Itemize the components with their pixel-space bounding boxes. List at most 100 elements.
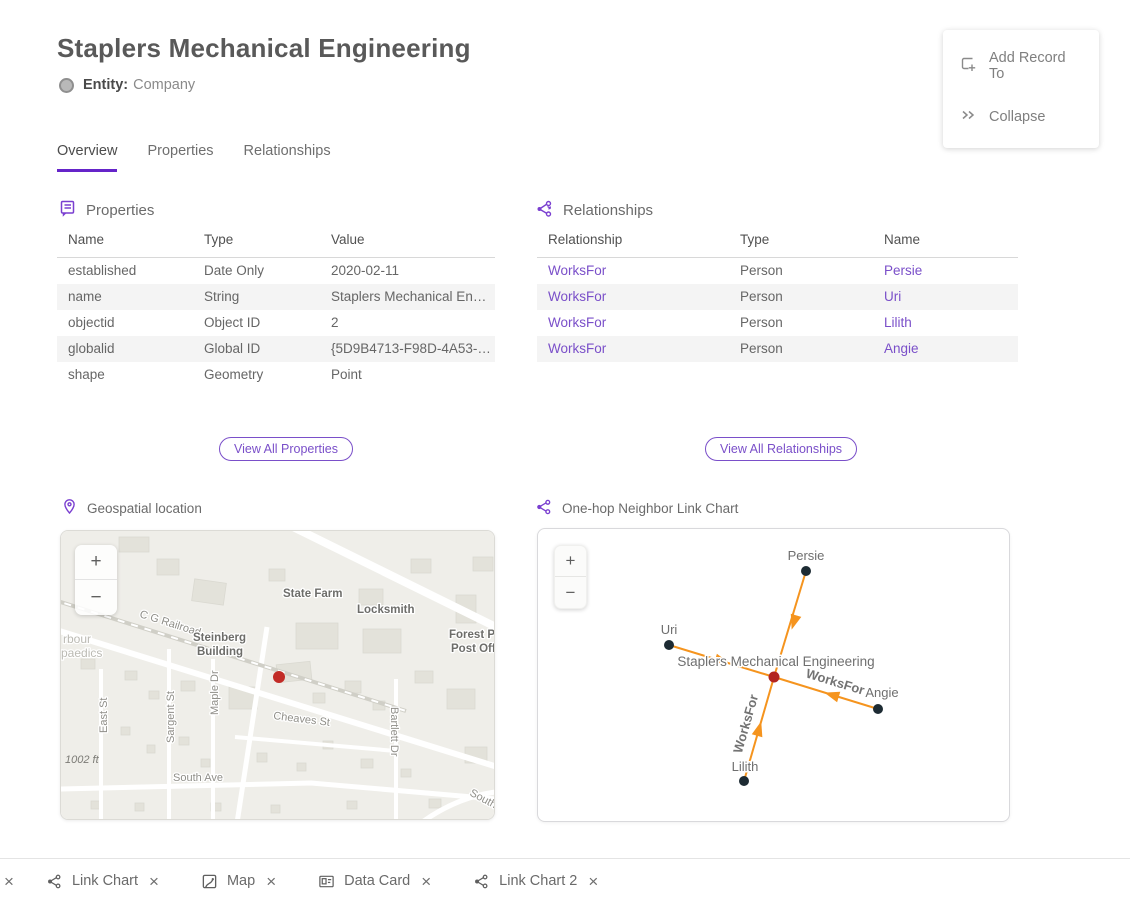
node-label-angie: Angie	[865, 685, 898, 700]
map-canvas: rbour paedics C G Railroad State Farm Lo…	[61, 531, 495, 820]
view-all-properties-button[interactable]: View All Properties	[219, 437, 353, 461]
node-angie[interactable]	[873, 704, 883, 714]
relationships-section-header: Relationships	[535, 199, 653, 222]
table-cell: 2	[320, 310, 495, 336]
map-label-forest-park-2: Post Offic	[451, 643, 495, 655]
table-row: WorksForPersonAngie	[537, 336, 1018, 362]
map-label-steinberg: Steinberg	[193, 632, 246, 644]
tab-relationships[interactable]: Relationships	[244, 143, 331, 172]
entity-type-icon	[59, 78, 74, 93]
table-cell: {5D9B4713-F98D-4A53-…	[320, 336, 495, 362]
data-card-icon	[318, 873, 335, 890]
map-label-south-ave: South Ave	[173, 772, 223, 784]
close-tab-icon[interactable]: ×	[147, 873, 161, 890]
node-label-lilith: Lilith	[732, 759, 759, 774]
map-label-bartlett-dr: Bartlett Dr	[388, 707, 400, 757]
table-cell: objectid	[57, 310, 193, 336]
one-hop-link-chart[interactable]: WorksFor WorksFor Persie Uri Angie Lilit…	[537, 528, 1010, 822]
table-cell: WorksFor	[537, 284, 729, 310]
chart-zoom-out-button[interactable]: −	[555, 577, 586, 608]
table-cell: Point	[320, 362, 495, 388]
node-center-entity[interactable]	[769, 672, 780, 683]
column-header: Type	[193, 232, 320, 258]
record-link[interactable]: Persie	[884, 263, 922, 278]
record-link[interactable]: WorksFor	[548, 315, 606, 330]
bottom-tab-label: Map	[227, 873, 255, 889]
map-label-forest-park: Forest Par	[449, 629, 495, 641]
column-header: Name	[873, 232, 1018, 258]
table-cell: String	[193, 284, 320, 310]
center-node-label: Staplers Mechanical Engineering	[677, 654, 874, 669]
map-label-partial: paedics	[61, 646, 102, 660]
view-all-relationships-button[interactable]: View All Relationships	[705, 437, 857, 461]
bottom-tab-bar: × Link Chart×Map×Data Card×Link Chart 2×	[0, 858, 1130, 903]
geospatial-map[interactable]: rbour paedics C G Railroad State Farm Lo…	[60, 530, 495, 820]
map-icon	[201, 873, 218, 890]
graph-nodes[interactable]	[664, 566, 883, 786]
chart-zoom-control: + −	[554, 545, 587, 609]
bottom-tab-label: Link Chart 2	[499, 873, 577, 889]
table-row: shapeGeometryPoint	[57, 362, 495, 388]
table-row: WorksForPersonUri	[537, 284, 1018, 310]
map-label-locksmith: Locksmith	[357, 604, 415, 616]
map-label-east-st: East St	[98, 698, 110, 733]
menu-item-collapse[interactable]: Collapse	[943, 94, 1099, 140]
table-cell: Angie	[873, 336, 1018, 362]
link-chart-canvas: WorksFor WorksFor Persie Uri Angie Lilit…	[538, 529, 1009, 821]
table-cell: Date Only	[193, 258, 320, 284]
relationships-section-title: Relationships	[563, 202, 653, 219]
table-row: WorksForPersonLilith	[537, 310, 1018, 336]
table-row: objectidObject ID2	[57, 310, 495, 336]
add-record-icon	[959, 55, 977, 77]
close-tab-icon[interactable]: ×	[264, 873, 278, 890]
map-zoom-out-button[interactable]: −	[75, 580, 117, 615]
map-label-sargent-st: Sargent St	[165, 691, 177, 743]
table-cell: Object ID	[193, 310, 320, 336]
close-tab-icon[interactable]: ×	[586, 873, 600, 890]
bottom-tab-link-chart-2[interactable]: Link Chart 2 ×	[473, 873, 600, 890]
table-cell: Persie	[873, 258, 1018, 284]
bottom-tab-data-card[interactable]: Data Card×	[318, 873, 433, 890]
edge-label-worksfor: WorksFor	[730, 693, 761, 755]
record-link[interactable]: WorksFor	[548, 263, 606, 278]
table-cell: Geometry	[193, 362, 320, 388]
map-entity-marker[interactable]	[273, 671, 285, 683]
menu-item-add-record-to[interactable]: Add Record To	[943, 38, 1099, 94]
bottom-tab-map[interactable]: Map ×	[201, 873, 278, 890]
record-link[interactable]: Angie	[884, 341, 919, 356]
tab-overview[interactable]: Overview	[57, 143, 117, 172]
table-cell: 2020-02-11	[320, 258, 495, 284]
node-uri[interactable]	[664, 640, 674, 650]
bottom-tab-label: Link Chart	[72, 873, 138, 889]
table-cell: Staplers Mechanical Eng…	[320, 284, 495, 310]
chart-zoom-in-button[interactable]: +	[555, 546, 586, 577]
map-scale-label: 1002 ft	[65, 754, 100, 766]
tab-properties[interactable]: Properties	[147, 143, 213, 172]
table-cell: Lilith	[873, 310, 1018, 336]
record-link[interactable]: WorksFor	[548, 341, 606, 356]
record-link[interactable]: Lilith	[884, 315, 912, 330]
table-cell: Uri	[873, 284, 1018, 310]
table-header-row: Name Type Value	[57, 232, 495, 258]
close-tab-icon[interactable]: ×	[419, 873, 433, 890]
link-chart-icon	[535, 498, 553, 519]
node-lilith[interactable]	[739, 776, 749, 786]
bottom-tab-link-chart[interactable]: Link Chart ×	[46, 873, 161, 890]
table-cell: Global ID	[193, 336, 320, 362]
node-label-uri: Uri	[661, 622, 678, 637]
entity-label: Entity:	[83, 77, 128, 93]
properties-table: Name Type Value establishedDate Only2020…	[57, 232, 495, 388]
map-label-state-farm: State Farm	[283, 588, 342, 600]
relationships-table: Relationship Type Name WorksForPersonPer…	[537, 232, 1018, 362]
close-tab-icon[interactable]: ×	[2, 873, 16, 890]
node-persie[interactable]	[801, 566, 811, 576]
map-pin-icon	[61, 498, 78, 518]
record-link[interactable]: WorksFor	[548, 289, 606, 304]
collapse-icon	[959, 106, 977, 128]
record-link[interactable]: Uri	[884, 289, 901, 304]
geospatial-section-title: Geospatial location	[87, 501, 202, 516]
map-zoom-in-button[interactable]: +	[75, 545, 117, 580]
map-label-steinberg-2: Building	[197, 646, 243, 658]
menu-item-label: Collapse	[989, 109, 1045, 125]
table-cell: established	[57, 258, 193, 284]
